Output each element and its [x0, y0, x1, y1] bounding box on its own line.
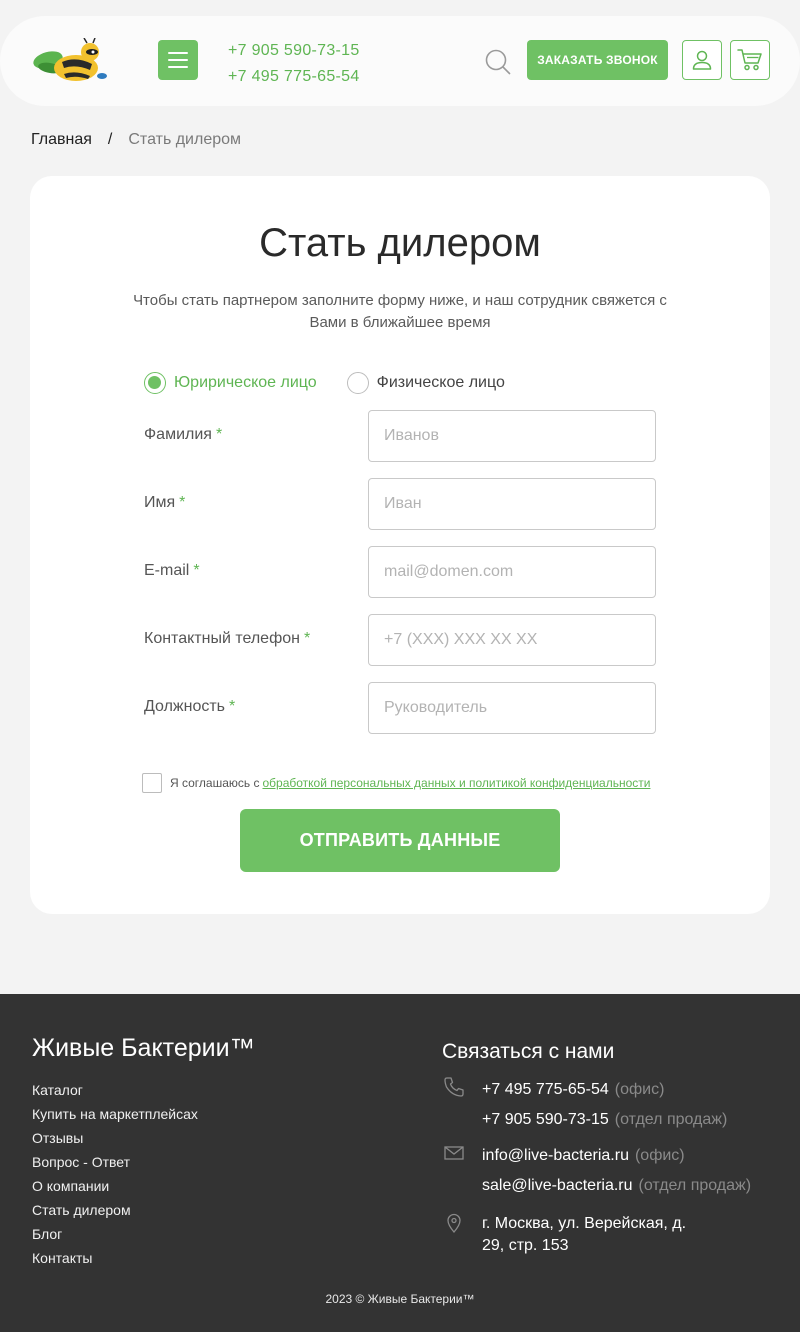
site-footer: Живые Бактерии™ Каталог Купить на маркет…	[0, 994, 800, 1332]
breadcrumb-current: Стать дилером	[128, 131, 242, 148]
field-label: Контактный телефон *	[144, 630, 311, 647]
radio-legal-entity-label[interactable]: Юририческое лицо	[174, 374, 317, 392]
page-subtitle: Чтобы стать партнером заполните форму ни…	[133, 292, 667, 331]
consent-checkbox[interactable]	[142, 773, 162, 793]
order-call-button[interactable]: ЗАКАЗАТЬ ЗВОНОК	[527, 40, 668, 80]
menu-icon	[168, 52, 188, 54]
position-input[interactable]	[368, 682, 656, 734]
header-phone-2[interactable]: +7 495 775-65-54	[228, 64, 360, 90]
footer-link-about[interactable]: О компании	[32, 1174, 198, 1198]
cart-icon	[737, 49, 762, 71]
footer-link-contacts[interactable]: Контакты	[32, 1246, 198, 1270]
contact-title: Связаться с нами	[442, 1040, 615, 1063]
contact-phone-2[interactable]: +7 905 590-73-15 (отдел продаж)	[482, 1105, 800, 1135]
consent-text: Я соглашаюсь с	[170, 776, 260, 790]
page-title: Стать дилером	[259, 221, 541, 265]
field-email: E-mail *	[144, 546, 656, 598]
menu-button[interactable]	[158, 40, 198, 80]
footer-link-reviews[interactable]: Отзывы	[32, 1126, 198, 1150]
required-mark: *	[193, 562, 200, 579]
user-icon	[692, 50, 712, 70]
field-label: Имя *	[144, 494, 186, 511]
radio-individual-option: Физическое лицо	[346, 372, 505, 394]
footer-link-dealer[interactable]: Стать дилером	[32, 1198, 198, 1222]
submit-button[interactable]: ОТПРАВИТЬ ДАННЫЕ	[240, 809, 560, 872]
radio-legal-entity[interactable]	[144, 372, 166, 394]
dealer-form-card: Стать дилером Чтобы стать партнером запо…	[30, 176, 770, 914]
footer-link-catalog[interactable]: Каталог	[32, 1078, 198, 1102]
mail-icon	[442, 1141, 466, 1165]
entity-type-radio-group: Юририческое лицо Физическое лицо	[144, 372, 505, 394]
privacy-policy-link[interactable]: обработкой персональных данных и политик…	[262, 776, 650, 790]
required-mark: *	[229, 698, 236, 715]
header-phone-1[interactable]: +7 905 590-73-15	[228, 38, 360, 64]
field-label: Фамилия *	[144, 426, 223, 443]
breadcrumb-separator: /	[107, 131, 113, 148]
footer-link-blog[interactable]: Блог	[32, 1222, 198, 1246]
location-pin-icon	[442, 1211, 466, 1235]
field-label: Должность *	[144, 698, 236, 715]
phone-icon	[442, 1075, 466, 1099]
contact-phone-1[interactable]: +7 495 775-65-54 (офис)	[482, 1075, 800, 1105]
search-icon[interactable]	[485, 49, 511, 75]
breadcrumb-home[interactable]: Главная	[31, 131, 92, 149]
required-mark: *	[179, 494, 186, 511]
bee-logo-icon[interactable]	[32, 37, 108, 84]
footer-brand: Живые Бактерии™	[32, 1034, 255, 1062]
radio-individual[interactable]	[346, 372, 369, 394]
phone-input[interactable]	[368, 614, 656, 666]
email-input[interactable]	[368, 546, 656, 598]
required-mark: *	[215, 426, 223, 443]
contact-email-2[interactable]: sale@live-bacteria.ru (отдел продаж)	[482, 1171, 800, 1201]
footer-link-faq[interactable]: Вопрос - Ответ	[32, 1150, 198, 1174]
address-text: г. Москва, ул. Верейская, д. 29, стр. 15…	[482, 1215, 687, 1254]
copyright: 2023 © Живые Бактерии™	[325, 1292, 475, 1306]
field-phone: Контактный телефон *	[144, 614, 656, 666]
header-phones: +7 905 590-73-15 +7 495 775-65-54	[228, 38, 360, 90]
footer-link-marketplaces[interactable]: Купить на маркетплейсах	[32, 1102, 198, 1126]
lastname-input[interactable]	[368, 410, 656, 462]
breadcrumb: Главная / Стать дилером	[31, 131, 241, 149]
firstname-input[interactable]	[368, 478, 656, 530]
field-firstname: Имя *	[144, 478, 656, 530]
field-position: Должность *	[144, 682, 656, 734]
required-mark: *	[303, 630, 311, 647]
footer-nav: Каталог Купить на маркетплейсах Отзывы В…	[32, 1078, 198, 1270]
contact-email-1[interactable]: info@live-bacteria.ru (офис)	[482, 1141, 800, 1171]
field-label: E-mail *	[144, 562, 200, 579]
site-header: +7 905 590-73-15 +7 495 775-65-54 ЗАКАЗА…	[0, 16, 800, 106]
cart-button[interactable]	[730, 40, 770, 80]
consent-row: Я соглашаюсь с обработкой персональных д…	[142, 773, 650, 793]
account-button[interactable]	[682, 40, 722, 80]
radio-individual-label[interactable]: Физическое лицо	[377, 374, 505, 392]
field-lastname: Фамилия *	[144, 410, 656, 462]
